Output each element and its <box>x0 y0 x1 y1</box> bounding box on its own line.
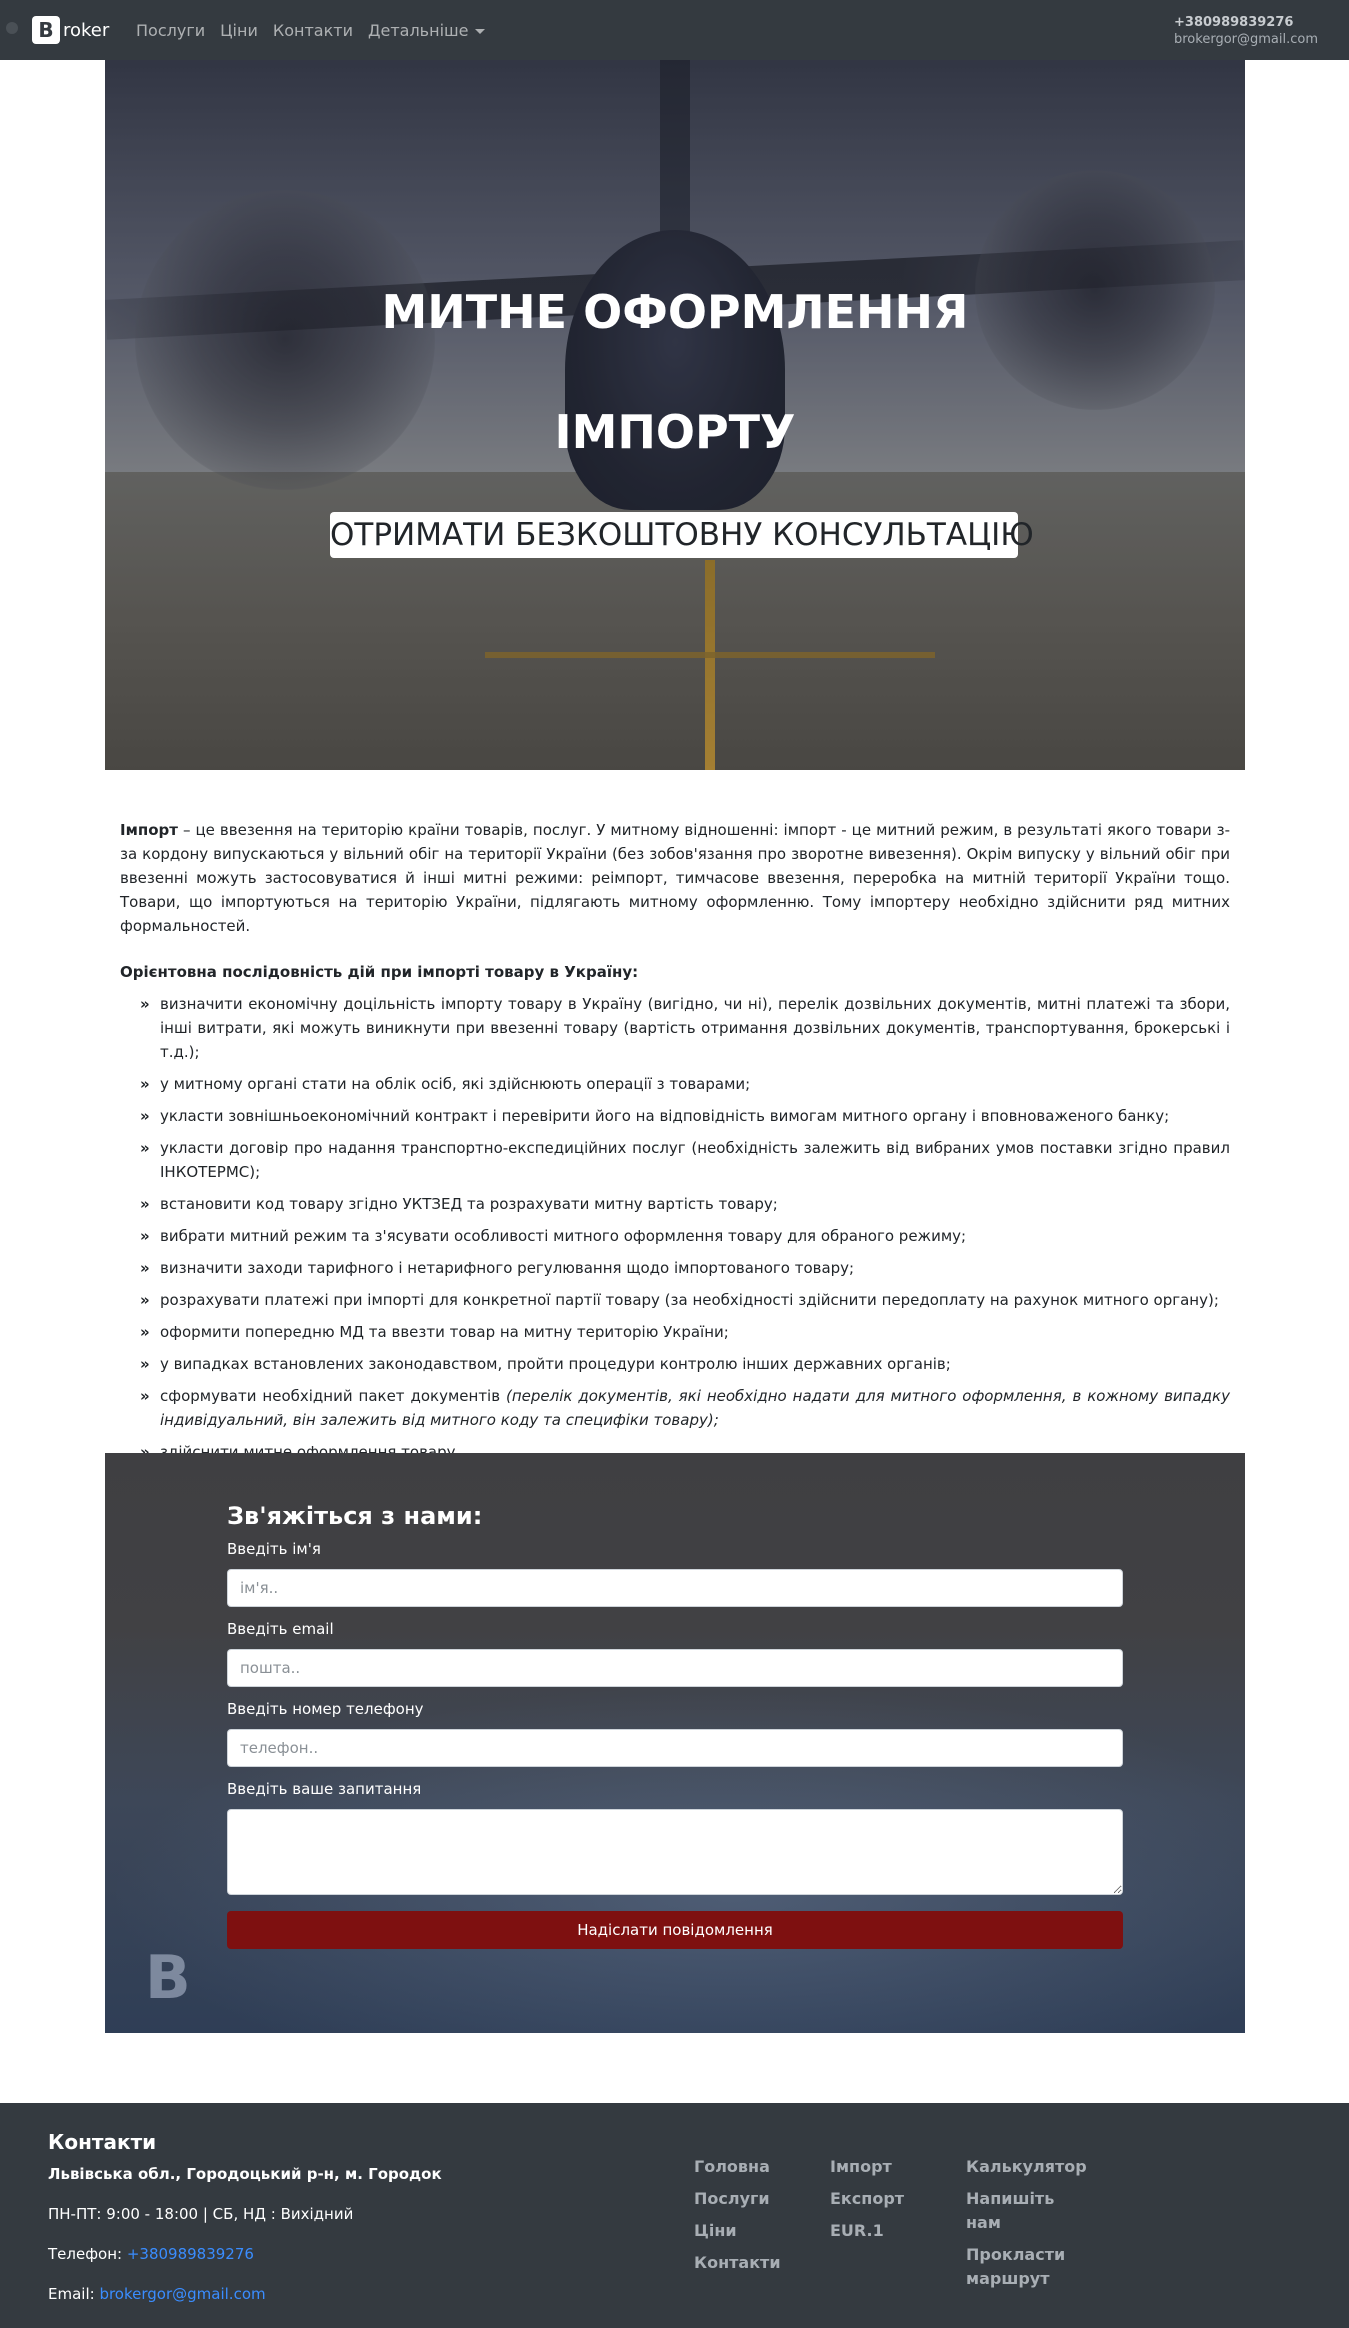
send-message-button[interactable]: Надіслати повідомлення <box>227 1911 1123 1949</box>
navbar: B roker Послуги Ціни Контакти Детальніше… <box>0 0 1349 60</box>
intro-text: – це ввезення на територію країни товарі… <box>120 821 1230 935</box>
nav-dropdown-more[interactable]: Детальніше <box>368 20 485 42</box>
list-item-documents: сформувати необхідний пакет документів (… <box>140 1384 1230 1432</box>
footer-email-link[interactable]: brokergor@gmail.com <box>99 2285 265 2303</box>
footer-link-export[interactable]: Експорт <box>830 2187 966 2211</box>
footer-nav: Головна Послуги Ціни Контакти Імпорт Екс… <box>694 2155 1102 2299</box>
list-item: встановити код товару згідно УКТЗЕД та р… <box>140 1192 1230 1216</box>
footer-address: Львівська обл., Городоцький р-н, м. Горо… <box>48 2165 442 2183</box>
footer-title: Контакти <box>48 2130 157 2154</box>
hero-title-line1: МИТНЕ ОФОРМЛЕННЯ <box>381 285 969 339</box>
import-article: Імпорт – це ввезення на територію країни… <box>120 818 1230 1472</box>
email-label: Введіть email <box>227 1620 334 1638</box>
footer-link-prices[interactable]: Ціни <box>694 2219 830 2243</box>
footer-link-services[interactable]: Послуги <box>694 2187 830 2211</box>
list-item: у випадках встановлених законодавством, … <box>140 1352 1230 1376</box>
list-item: укласти договір про надання транспортно-… <box>140 1136 1230 1184</box>
footer-email: Email: brokergor@gmail.com <box>48 2283 442 2305</box>
footer-phone-link[interactable]: +380989839276 <box>127 2245 254 2263</box>
nav-email[interactable]: brokergor@gmail.com <box>1174 31 1334 48</box>
contact-form: Зв'яжіться з нами: Введіть ім'я Введіть … <box>227 1501 1123 1949</box>
footer-link-write-us[interactable]: Напишіть нам <box>966 2187 1056 2235</box>
footer-hours: ПН-ПТ: 9:00 - 18:00 | СБ, НД : Вихідний <box>48 2205 354 2223</box>
footer-phone-label: Телефон: <box>48 2245 127 2263</box>
free-consultation-button[interactable]: ОТРИМАТИ БЕЗКОШТОВНУ КОНСУЛЬТАЦІЮ <box>330 512 1034 558</box>
footer-col-main: Головна Послуги Ціни Контакти <box>694 2155 830 2299</box>
nav-link-contacts[interactable]: Контакти <box>273 20 353 42</box>
caret-down-icon <box>474 29 485 34</box>
intro-term: Імпорт <box>120 821 178 839</box>
nav-link-services[interactable]: Послуги <box>136 20 205 42</box>
question-label: Введіть ваше запитання <box>227 1780 422 1798</box>
footer-phone: Телефон: +380989839276 <box>48 2243 442 2265</box>
steps-title: Орієнтовна послідовність дій при імпорті… <box>120 963 639 981</box>
footer-link-route[interactable]: Прокласти маршрут <box>966 2243 1065 2291</box>
list-item: оформити попередню МД та ввезти товар на… <box>140 1320 1230 1344</box>
documents-step-text: сформувати необхідний пакет документів <box>160 1387 506 1405</box>
list-item: вибрати митний режим та з'ясувати особли… <box>140 1224 1230 1248</box>
nav-contact-info: +380989839276 brokergor@gmail.com <box>1174 14 1334 48</box>
phone-input[interactable] <box>227 1729 1123 1767</box>
circle-icon <box>6 22 18 34</box>
footer-link-import[interactable]: Імпорт <box>830 2155 966 2179</box>
footer-col-services: Імпорт Експорт EUR.1 <box>830 2155 966 2299</box>
contact-form-title: Зв'яжіться з нами: <box>227 1502 483 1530</box>
footer-email-label: Email: <box>48 2285 100 2303</box>
intro-paragraph: Імпорт – це ввезення на територію країни… <box>120 818 1230 938</box>
footer-link-calculator[interactable]: Калькулятор <box>966 2155 1087 2179</box>
list-item: укласти зовнішньоекономічний контракт і … <box>140 1104 1230 1128</box>
nav-links: Послуги Ціни Контакти Детальніше <box>136 20 500 42</box>
email-input[interactable] <box>227 1649 1123 1687</box>
footer-col-tools: Калькулятор Напишіть нам Прокласти маршр… <box>966 2155 1102 2299</box>
question-textarea[interactable] <box>227 1809 1123 1895</box>
phone-label: Введіть номер телефону <box>227 1700 424 1718</box>
nav-phone[interactable]: +380989839276 <box>1174 14 1334 31</box>
footer: Контакти Львівська обл., Городоцький р-н… <box>0 2103 1349 2328</box>
brand-logo[interactable]: B roker <box>32 16 109 44</box>
footer-link-contacts[interactable]: Контакти <box>694 2251 830 2275</box>
footer-link-home[interactable]: Головна <box>694 2155 830 2179</box>
list-item: розрахувати платежі при імпорті для конк… <box>140 1288 1230 1312</box>
steps-list: визначити економічну доцільність імпорту… <box>120 992 1230 1464</box>
footer-contacts: Контакти Львівська обл., Городоцький р-н… <box>48 2129 442 2305</box>
hero-title-line2: ІМПОРТУ <box>554 405 796 459</box>
nav-dropdown-label: Детальніше <box>367 21 469 40</box>
list-item: визначити економічну доцільність імпорту… <box>140 992 1230 1064</box>
brand-logo-letter: B <box>32 16 60 44</box>
hero-banner: МИТНЕ ОФОРМЛЕННЯ ІМПОРТУ ОТРИМАТИ БЕЗКОШ… <box>105 60 1245 770</box>
name-input[interactable] <box>227 1569 1123 1607</box>
list-item: визначити заходи тарифного і нетарифного… <box>140 1256 1230 1280</box>
name-label: Введіть ім'я <box>227 1540 321 1558</box>
brand-name: roker <box>63 19 110 41</box>
nav-link-prices[interactable]: Ціни <box>220 20 258 42</box>
contact-section: B Зв'яжіться з нами: Введіть ім'я Введіт… <box>105 1453 1245 2033</box>
list-item: у митному органі стати на облік осіб, як… <box>140 1072 1230 1096</box>
footer-link-eur1[interactable]: EUR.1 <box>830 2219 966 2243</box>
contact-background-letter: B <box>145 1943 191 2013</box>
